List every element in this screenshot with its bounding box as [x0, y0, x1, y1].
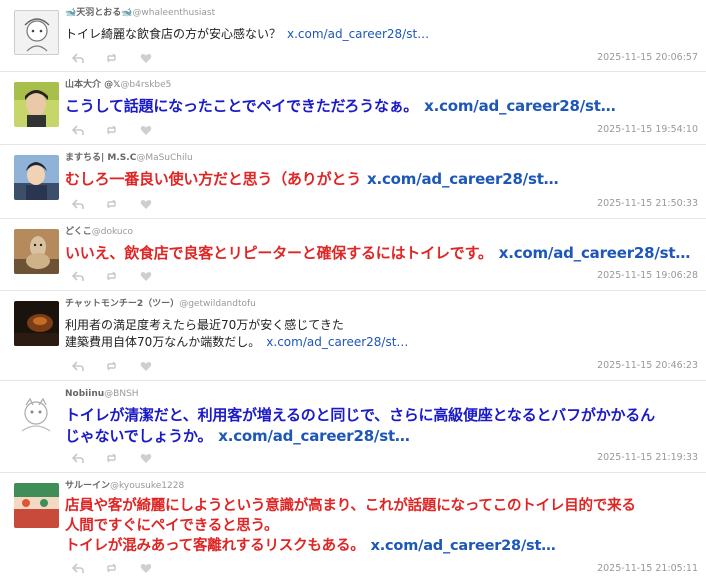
user-handle[interactable]: @MaSuChilu [136, 153, 192, 163]
tweet-card: どくこ@dokuco いいえ、飲食店で良客とリピーターと確保するにはトイレです。… [0, 219, 706, 291]
reply-icon[interactable] [72, 452, 84, 464]
tweet-link[interactable]: x.com/ad_career28/st… [367, 170, 559, 188]
tweet-actions [72, 562, 152, 574]
tweet-meta: チャットモンチー2（ツー）@getwildandtofu [65, 299, 256, 310]
retweet-icon[interactable] [106, 452, 118, 464]
tweet-meta: 山本大介 @𝕏@b4rskbe5 [65, 80, 171, 91]
retweet-icon[interactable] [106, 270, 118, 282]
timestamp[interactable]: 2025-11-15 19:06:28 [597, 270, 698, 281]
tweet-text: むしろ一番良い使い方だと思う（ありがとう x.com/ad_career28/st… [65, 169, 696, 190]
reply-icon[interactable] [72, 124, 84, 136]
tweet-meta: ますちる| M.S.C@MaSuChilu [65, 153, 193, 164]
display-name[interactable]: ますちる| M.S.C [65, 153, 136, 163]
tweet-text: トイレが清潔だと、利用客が増えるのと同じで、さらに高級便座となるとバフがかかるん… [65, 405, 696, 447]
heart-icon[interactable] [140, 562, 152, 574]
tweet-meta: サルーイン@kyousuke1228 [65, 481, 184, 492]
avatar[interactable] [14, 155, 59, 200]
reply-icon[interactable] [72, 198, 84, 210]
heart-icon[interactable] [140, 124, 152, 136]
tweet-text: 利用者の満足度考えたら最近70万が安く感じてきた 建築費用自体70万なんか端数だ… [65, 317, 696, 351]
tweet-card: ますちる| M.S.C@MaSuChilu むしろ一番良い使い方だと思う（ありが… [0, 145, 706, 219]
user-handle[interactable]: @dokuco [92, 227, 133, 237]
display-name[interactable]: チャットモンチー2（ツー） [65, 299, 179, 309]
tweet-feed: 🐋天羽とおる🐋@whaleenthusiast トイレ綺麗な飲食店の方が安心感な… [0, 0, 706, 578]
timestamp[interactable]: 2025-11-15 20:46:23 [597, 360, 698, 371]
tweet-text-line: 利用者の満足度考えたら最近70万が安く感じてきた [65, 318, 344, 332]
tweet-meta: どくこ@dokuco [65, 227, 133, 238]
tweet-meta: Nobiinu@BNSH [65, 389, 139, 400]
tweet-text: いいえ、飲食店で良客とリピーターと確保するにはトイレです。 x.com/ad_ca… [65, 243, 696, 264]
timestamp[interactable]: 2025-11-15 19:54:10 [597, 124, 698, 135]
tweet-text-line: トイレが清潔だと、利用客が増えるのと同じで、さらに高級便座となるとバフがかかるん [65, 406, 655, 424]
display-name[interactable]: Nobiinu [65, 389, 104, 399]
tweet-card: サルーイン@kyousuke1228 店員や客が綺麗にしようという意識が高まり、… [0, 473, 706, 578]
reply-icon[interactable] [72, 562, 84, 574]
timestamp[interactable]: 2025-11-15 21:05:11 [597, 563, 698, 574]
tweet-text: トイレ綺麗な飲食店の方が安心感ない？ x.com/ad_career28/st… [65, 26, 696, 43]
tweet-actions [72, 124, 152, 136]
heart-icon[interactable] [140, 452, 152, 464]
display-name[interactable]: 🐋天羽とおる🐋 [65, 8, 132, 18]
tweet-text-line: いいえ、飲食店で良客とリピーターと確保するにはトイレです。 [65, 244, 493, 262]
retweet-icon[interactable] [106, 360, 118, 372]
tweet-text: こうして話題になったことでペイできただろうなぁ。 x.com/ad_career2… [65, 96, 696, 117]
heart-icon[interactable] [140, 360, 152, 372]
avatar[interactable] [14, 483, 59, 528]
tweet-link[interactable]: x.com/ad_career28/st… [266, 335, 408, 349]
display-name[interactable]: どくこ [65, 227, 92, 237]
tweet-text: 店員や客が綺麗にしようという意識が高まり、これが話題になってこのトイレ目的で来る… [65, 496, 696, 556]
heart-icon[interactable] [140, 270, 152, 282]
reply-icon[interactable] [72, 270, 84, 282]
avatar[interactable] [14, 82, 59, 127]
retweet-icon[interactable] [106, 52, 118, 64]
reply-icon[interactable] [72, 360, 84, 372]
timestamp[interactable]: 2025-11-15 20:06:57 [597, 52, 698, 63]
tweet-text-line: トイレが混みあって客離れするリスクもある。 [65, 538, 365, 554]
timestamp[interactable]: 2025-11-15 21:50:33 [597, 198, 698, 209]
tweet-link[interactable]: x.com/ad_career28/st… [287, 27, 429, 41]
tweet-card: Nobiinu@BNSH トイレが清潔だと、利用客が増えるのと同じで、さらに高級… [0, 381, 706, 473]
tweet-link[interactable]: x.com/ad_career28/st… [499, 244, 691, 262]
user-handle[interactable]: @BNSH [104, 389, 138, 399]
tweet-meta: 🐋天羽とおる🐋@whaleenthusiast [65, 8, 215, 19]
avatar[interactable] [14, 393, 59, 438]
tweet-actions [72, 360, 152, 372]
tweet-card: チャットモンチー2（ツー）@getwildandtofu 利用者の満足度考えたら… [0, 291, 706, 381]
display-name[interactable]: サルーイン [65, 481, 110, 491]
tweet-link[interactable]: x.com/ad_career28/st… [218, 427, 410, 445]
tweet-text-line: 店員や客が綺麗にしようという意識が高まり、これが話題になってこのトイレ目的で来る [65, 498, 636, 514]
tweet-link[interactable]: x.com/ad_career28/st… [371, 538, 556, 554]
heart-icon[interactable] [140, 52, 152, 64]
tweet-link[interactable]: x.com/ad_career28/st… [424, 97, 616, 115]
retweet-icon[interactable] [106, 562, 118, 574]
timestamp[interactable]: 2025-11-15 21:19:33 [597, 452, 698, 463]
user-handle[interactable]: @whaleenthusiast [132, 8, 215, 18]
avatar[interactable] [14, 229, 59, 274]
avatar[interactable] [14, 301, 59, 346]
user-handle[interactable]: @b4rskbe5 [120, 80, 171, 90]
tweet-actions [72, 452, 152, 464]
tweet-text-line: 人間ですぐにペイできると思う。 [65, 518, 279, 534]
tweet-card: 山本大介 @𝕏@b4rskbe5 こうして話題になったことでペイできただろうなぁ… [0, 72, 706, 145]
tweet-actions [72, 198, 152, 210]
heart-icon[interactable] [140, 198, 152, 210]
retweet-icon[interactable] [106, 124, 118, 136]
tweet-actions [72, 52, 152, 64]
user-handle[interactable]: @kyousuke1228 [110, 481, 184, 491]
user-handle[interactable]: @getwildandtofu [179, 299, 256, 309]
tweet-actions [72, 270, 152, 282]
display-name[interactable]: 山本大介 @𝕏 [65, 80, 120, 90]
reply-icon[interactable] [72, 52, 84, 64]
tweet-text-line: こうして話題になったことでペイできただろうなぁ。 [65, 97, 419, 115]
tweet-text-line: トイレ綺麗な飲食店の方が安心感ない？ [65, 27, 282, 41]
tweet-text-line: 建築費用自体70万なんか端数だし。 [65, 335, 261, 349]
avatar[interactable] [14, 10, 59, 55]
tweet-card: 🐋天羽とおる🐋@whaleenthusiast トイレ綺麗な飲食店の方が安心感な… [0, 0, 706, 72]
tweet-text-line: むしろ一番良い使い方だと思う（ありがとう [65, 170, 362, 188]
tweet-text-line: じゃないでしょうか。 [65, 427, 213, 445]
retweet-icon[interactable] [106, 198, 118, 210]
